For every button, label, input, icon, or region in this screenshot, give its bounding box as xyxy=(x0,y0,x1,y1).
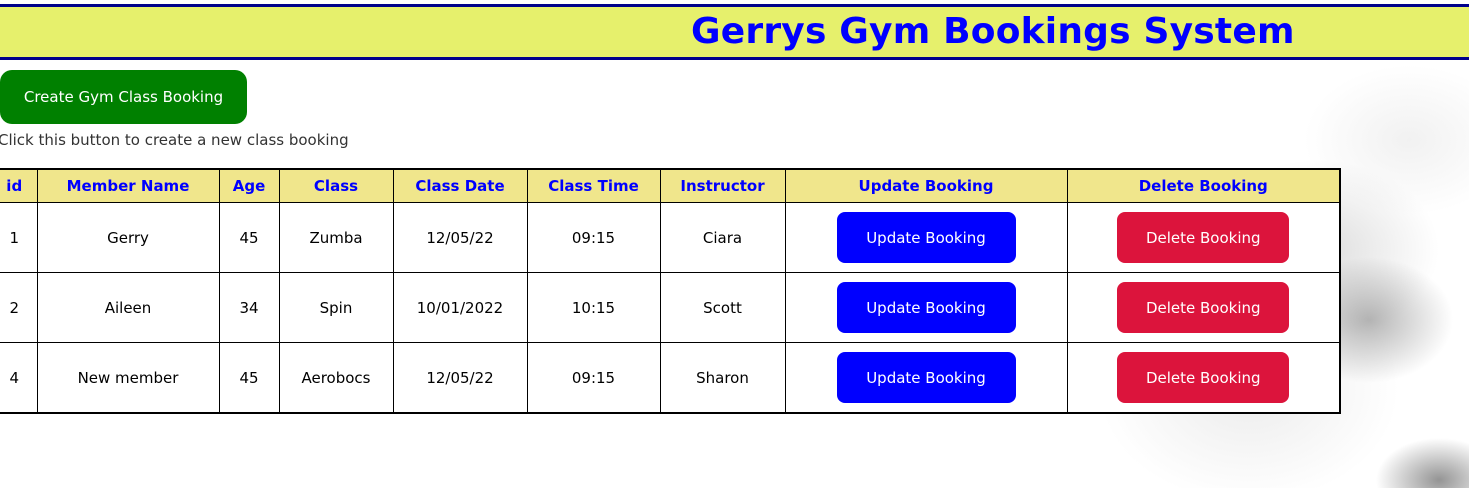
cell-update: Update Booking xyxy=(784,272,1068,343)
cell-id: 1 xyxy=(0,202,38,273)
cell-age: 34 xyxy=(218,272,280,343)
cell-class-time: 10:15 xyxy=(526,272,661,343)
cell-delete: Delete Booking xyxy=(1066,272,1341,343)
column-header-class-time: Class Time xyxy=(526,168,661,203)
cell-class-date: 12/05/22 xyxy=(392,202,528,273)
cell-age: 45 xyxy=(218,202,280,273)
cell-id: 4 xyxy=(0,342,38,414)
delete-booking-button[interactable]: Delete Booking xyxy=(1117,212,1290,263)
column-header-class: Class xyxy=(278,168,394,203)
cell-id: 2 xyxy=(0,272,38,343)
cell-update: Update Booking xyxy=(784,342,1068,414)
create-booking-hint: Click this button to create a new class … xyxy=(0,131,349,149)
cell-class: Zumba xyxy=(278,202,394,273)
column-header-delete-booking: Delete Booking xyxy=(1066,168,1341,203)
delete-booking-button[interactable]: Delete Booking xyxy=(1117,352,1290,403)
cell-class: Spin xyxy=(278,272,394,343)
table-row: 4 New member 45 Aerobocs 12/05/22 09:15 … xyxy=(0,342,1341,414)
cell-delete: Delete Booking xyxy=(1066,202,1341,273)
cell-member-name: New member xyxy=(36,342,220,414)
table-row: 1 Gerry 45 Zumba 12/05/22 09:15 Ciara Up… xyxy=(0,202,1341,273)
cell-class-date: 12/05/22 xyxy=(392,342,528,414)
column-header-update-booking: Update Booking xyxy=(784,168,1068,203)
table-row: 2 Aileen 34 Spin 10/01/2022 10:15 Scott … xyxy=(0,272,1341,343)
update-booking-button[interactable]: Update Booking xyxy=(836,282,1016,333)
cell-update: Update Booking xyxy=(784,202,1068,273)
cell-instructor: Sharon xyxy=(659,342,786,414)
delete-booking-button[interactable]: Delete Booking xyxy=(1117,282,1290,333)
cell-instructor: Scott xyxy=(659,272,786,343)
create-booking-button[interactable]: Create Gym Class Booking xyxy=(0,70,247,124)
column-header-id: id xyxy=(0,168,38,203)
cell-class-date: 10/01/2022 xyxy=(392,272,528,343)
update-booking-button[interactable]: Update Booking xyxy=(836,352,1016,403)
column-header-age: Age xyxy=(218,168,280,203)
cell-instructor: Ciara xyxy=(659,202,786,273)
page-header: Gerrys Gym Bookings System xyxy=(0,4,1469,60)
column-header-member-name: Member Name xyxy=(36,168,220,203)
cell-member-name: Gerry xyxy=(36,202,220,273)
cell-class: Aerobocs xyxy=(278,342,394,414)
update-booking-button[interactable]: Update Booking xyxy=(836,212,1016,263)
column-header-instructor: Instructor xyxy=(659,168,786,203)
cell-age: 45 xyxy=(218,342,280,414)
cell-class-time: 09:15 xyxy=(526,342,661,414)
bookings-table: id Member Name Age Class Class Date Clas… xyxy=(0,168,1341,414)
cell-class-time: 09:15 xyxy=(526,202,661,273)
page-title: Gerrys Gym Bookings System xyxy=(691,11,1295,52)
table-header-row: id Member Name Age Class Class Date Clas… xyxy=(0,168,1341,203)
column-header-class-date: Class Date xyxy=(392,168,528,203)
cell-member-name: Aileen xyxy=(36,272,220,343)
cell-delete: Delete Booking xyxy=(1066,342,1341,414)
